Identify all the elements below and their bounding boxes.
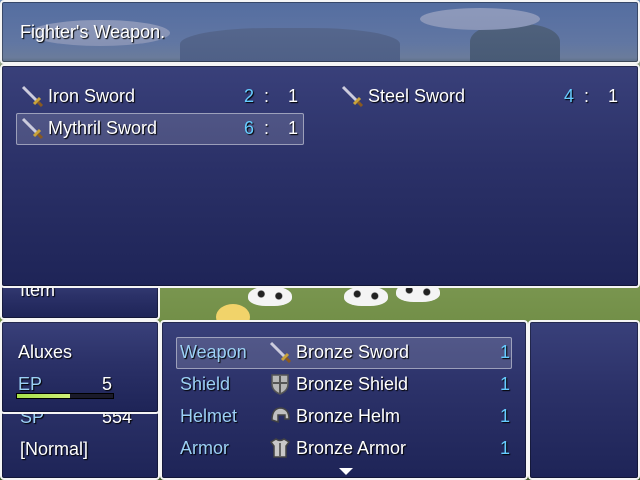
scroll-down-arrow[interactable] (339, 468, 353, 475)
weapon-name: Iron Sword (48, 86, 136, 106)
equip-item-count: 1 (500, 374, 511, 394)
help-text: Fighter's Weapon. (20, 22, 166, 42)
enemy-sprite (248, 286, 292, 306)
ep-gauge-fill (17, 394, 70, 398)
state-text: [Normal] (20, 439, 89, 459)
equip-item-name: Bronze Helm (296, 406, 401, 426)
weapon-value-b: 1 (288, 86, 299, 106)
equip-item-count: 1 (500, 342, 511, 362)
sword-icon (341, 85, 364, 108)
slot-label: Helmet (180, 406, 238, 426)
weapon-name: Mythril Sword (48, 118, 158, 138)
weapon-value-b: 1 (288, 118, 299, 138)
equip-item-count: 1 (500, 438, 511, 458)
helmet-icon (271, 407, 290, 424)
shield-icon (271, 374, 289, 395)
actor-ep-window: Aluxes EP 5 (0, 320, 160, 414)
slot-label: Weapon (180, 342, 247, 362)
equip-item-name: Bronze Armor (296, 438, 407, 458)
enemy-sprite (344, 286, 388, 306)
weapon-name: Steel Sword (368, 86, 466, 106)
weapon-value-a: 2 (244, 86, 255, 106)
equip-item-count: 1 (500, 406, 511, 426)
sword-icon (21, 85, 44, 108)
sword-icon (269, 341, 292, 364)
weapon-separator: : (584, 86, 590, 106)
weapon-value-a: 4 (564, 86, 575, 106)
ep-gauge (16, 393, 114, 399)
weapon-value-b: 1 (608, 86, 619, 106)
equip-item-name: Bronze Sword (296, 342, 410, 362)
equip-slot-window: Weapon Bronze Sword 1 Shield Bronze Shie… (160, 320, 528, 480)
weapon-value-a: 6 (244, 118, 255, 138)
slot-label: Armor (180, 438, 229, 458)
help-window: Fighter's Weapon. (0, 0, 640, 64)
equip-item-name: Bronze Shield (296, 374, 409, 394)
weapon-separator: : (264, 118, 270, 138)
weapon-list-window: Iron Sword 2 : 1 Steel Sword 4 : 1 Mythr… (0, 64, 640, 288)
right-status-window (528, 320, 640, 480)
actor-name: Aluxes (18, 342, 73, 362)
armor-icon (269, 438, 291, 458)
sword-icon (21, 117, 44, 140)
weapon-separator: : (264, 86, 270, 106)
slot-label: Shield (180, 374, 231, 394)
